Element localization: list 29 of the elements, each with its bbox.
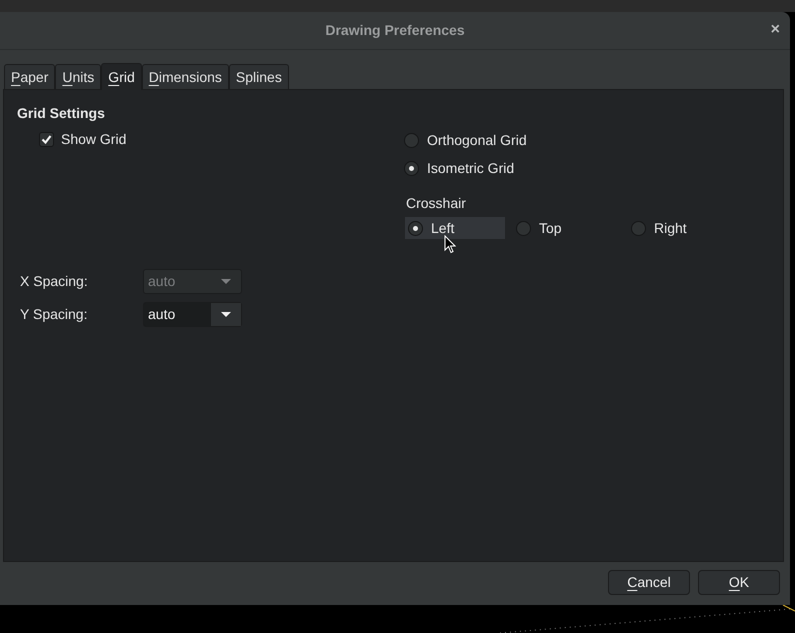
field-label: Y Spacing: <box>19 304 88 324</box>
section-heading: Grid Settings <box>17 104 106 122</box>
tab[interactable]: Grid <box>101 63 142 90</box>
dialog-title: Drawing Preferences <box>325 21 465 40</box>
checkbox[interactable] <box>39 132 54 146</box>
close-button[interactable]: × <box>770 22 780 38</box>
tab[interactable]: Dimensions <box>142 64 229 89</box>
radio-button[interactable] <box>516 220 531 236</box>
crosshair-label: Crosshair <box>406 194 467 212</box>
tab[interactable]: Units <box>55 64 102 89</box>
tab[interactable]: Splines <box>228 64 289 89</box>
caret-icon <box>221 278 231 284</box>
field-label: X Spacing: <box>19 272 89 291</box>
radio-label: Orthogonal Grid <box>427 130 527 150</box>
caret-icon <box>221 312 231 316</box>
checkbox-label: Show Grid <box>61 130 126 148</box>
radio-label: Right <box>654 218 687 238</box>
radio-label: Left <box>431 218 454 238</box>
mouse-pointer-icon <box>444 235 456 254</box>
dialog-button[interactable]: Cancel <box>608 570 690 595</box>
radio-button[interactable] <box>404 132 419 148</box>
tab[interactable]: Paper <box>4 64 56 89</box>
dropdown[interactable]: auto <box>143 302 242 326</box>
radio-button[interactable] <box>404 160 419 176</box>
radio-label: Top <box>539 218 562 238</box>
dialog-button[interactable]: OK <box>698 570 780 595</box>
radio-button[interactable] <box>408 220 423 236</box>
radio-label: Isometric Grid <box>427 158 514 178</box>
radio-button[interactable] <box>631 220 646 236</box>
